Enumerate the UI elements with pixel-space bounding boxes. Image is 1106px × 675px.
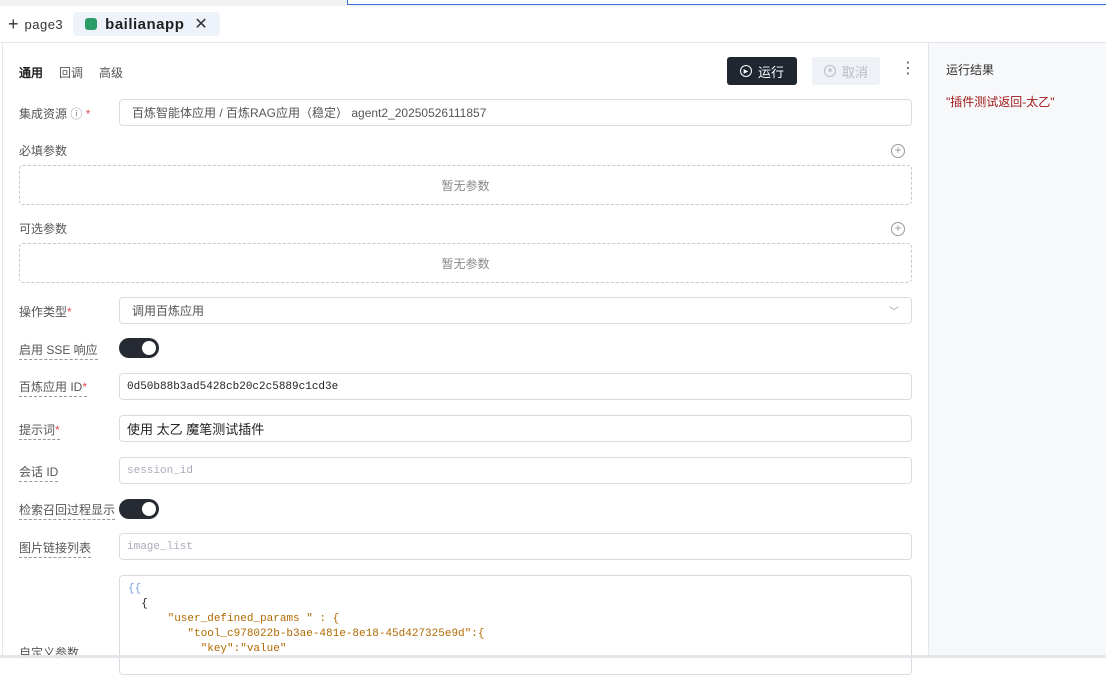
custom-params-editor[interactable]: {{ { "user_defined_params " : { "tool_c9…: [119, 575, 912, 675]
optional-params-empty: 暂无参数: [19, 243, 912, 283]
chevron-down-icon: ﹀: [889, 307, 899, 318]
retrieval-toggle[interactable]: [119, 499, 159, 519]
resource-input[interactable]: 百炼智能体应用 / 百炼RAG应用（稳定） agent2_20250526111…: [119, 99, 912, 126]
app-id-input[interactable]: 0d50b88b3ad5428cb20c2c5889c1cd3e: [119, 373, 912, 400]
session-label: 会话 ID: [19, 463, 59, 482]
cancel-button[interactable]: ■ 取消: [812, 57, 880, 85]
sse-label: 启用 SSE 响应: [19, 341, 98, 360]
required-params-label: 必填参数: [19, 144, 68, 158]
add-optional-param-icon[interactable]: +: [891, 222, 905, 236]
tab-page3[interactable]: page3: [25, 17, 64, 32]
required-params-empty: 暂无参数: [19, 165, 912, 205]
subtab-advanced[interactable]: 高级: [99, 64, 123, 81]
optional-params-label: 可选参数: [19, 222, 68, 236]
cancel-label: 取消: [841, 64, 868, 80]
stop-icon: ■: [823, 65, 836, 77]
prompt-input[interactable]: 使用 太乙 魔笔测试插件: [119, 415, 912, 442]
result-value: "插件测试返回-太乙": [946, 95, 1055, 109]
images-input[interactable]: image_list: [119, 533, 912, 560]
run-button[interactable]: ▶ 运行: [727, 57, 797, 85]
sse-toggle[interactable]: [119, 338, 159, 358]
database-icon: [85, 18, 98, 30]
add-tab-icon[interactable]: +: [8, 14, 19, 35]
app-id-label: 百炼应用 ID*: [19, 378, 88, 397]
images-label: 图片链接列表: [19, 539, 92, 558]
result-panel: 运行结果 "插件测试返回-太乙": [928, 43, 1106, 658]
subtab-general[interactable]: 通用: [19, 64, 43, 81]
custom-params-label: 自定义参数: [19, 646, 80, 660]
tab-bar: + page3 bailianapp ✕: [0, 6, 1106, 43]
result-title: 运行结果: [946, 63, 995, 77]
close-icon[interactable]: ✕: [194, 14, 207, 34]
add-required-param-icon[interactable]: +: [891, 144, 905, 158]
subtab-callback[interactable]: 回调: [59, 64, 83, 81]
run-label: 运行: [757, 64, 784, 80]
tab-bailianapp[interactable]: bailianapp ✕: [73, 12, 220, 36]
tab-label: bailianapp: [105, 15, 185, 33]
play-icon: ▶: [739, 65, 752, 77]
session-input[interactable]: session_id: [119, 457, 912, 484]
prompt-label: 提示词*: [19, 421, 60, 440]
more-icon[interactable]: ⋮: [900, 61, 916, 77]
op-type-select[interactable]: 调用百炼应用 ﹀: [119, 297, 912, 324]
resource-label: 集成资源 ⓘ *: [19, 107, 91, 121]
op-type-label: 操作类型*: [19, 305, 72, 319]
retrieval-label: 检索召回过程显示: [19, 501, 116, 520]
